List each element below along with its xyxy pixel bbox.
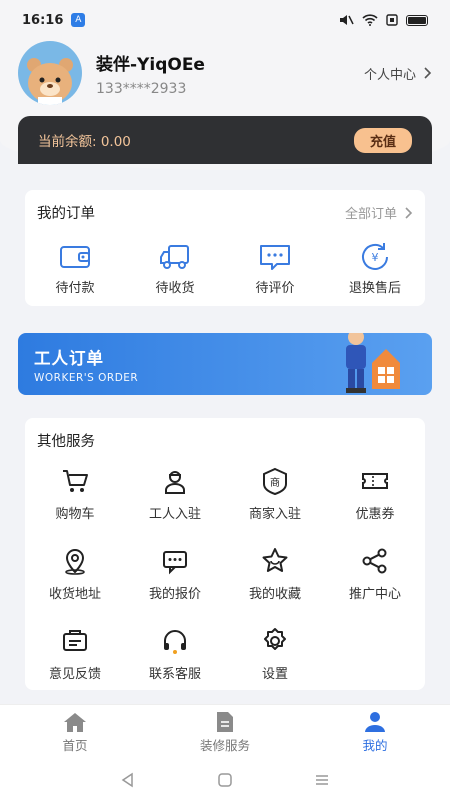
document-icon <box>217 712 233 732</box>
shop-icon: 商 <box>263 467 287 495</box>
chevron-right-icon <box>405 206 413 219</box>
chevron-right-icon <box>424 67 432 79</box>
order-label: 退换售后 <box>348 281 401 296</box>
personal-center-label: 个人中心 <box>363 67 416 83</box>
share-icon <box>362 548 387 574</box>
personal-center-link[interactable]: 个人中心 <box>364 64 432 83</box>
tab-renovation-service[interactable]: 装修服务 <box>150 705 300 760</box>
service-address[interactable]: 收货地址 <box>25 545 125 625</box>
app-store-icon: A <box>71 13 86 27</box>
bottom-tab-bar: 首页 装修服务 我的 <box>0 704 450 760</box>
service-merchant-join[interactable]: 商 商家入驻 <box>225 465 325 545</box>
svg-text:商: 商 <box>270 476 280 489</box>
home-nav-icon[interactable] <box>217 772 233 788</box>
tab-home[interactable]: 首页 <box>0 705 150 760</box>
bear-avatar-icon <box>27 58 73 105</box>
status-time: 16:16 <box>22 12 64 28</box>
service-cart[interactable]: 购物车 <box>25 465 125 545</box>
truck-icon <box>160 245 189 269</box>
feedback-icon <box>63 630 87 651</box>
tab-label: 装修服务 <box>199 738 250 753</box>
service-settings[interactable]: 设置 <box>225 625 325 705</box>
svg-text:¥: ¥ <box>372 251 379 264</box>
status-bar: 16:16 A <box>0 0 450 40</box>
back-icon[interactable] <box>120 772 136 788</box>
worker-icon <box>165 471 185 494</box>
quote-icon <box>163 551 187 575</box>
service-label: 推广中心 <box>348 587 401 602</box>
worker-illustration-icon <box>346 333 400 393</box>
profile-header: 装伴-YiqOEe 133****2933 个人中心 <box>18 38 432 108</box>
order-label: 待收货 <box>155 281 195 296</box>
location-icon <box>65 549 85 575</box>
orders-title: 我的订单 <box>37 206 95 222</box>
comment-icon <box>260 245 290 270</box>
balance-text: 当前余额: 0.00 <box>38 134 131 150</box>
all-orders-label: 全部订单 <box>344 207 397 222</box>
order-label: 待评价 <box>255 281 295 296</box>
refund-icon: ¥ <box>362 243 388 270</box>
avatar[interactable] <box>18 41 82 105</box>
service-label: 我的报价 <box>148 587 201 602</box>
service-customer-support[interactable]: 联系客服 <box>125 625 225 705</box>
service-label: 联系客服 <box>148 667 201 682</box>
service-label: 收货地址 <box>48 587 101 602</box>
service-label: 工人入驻 <box>148 507 201 522</box>
coupon-icon <box>362 473 388 489</box>
tab-label: 我的 <box>362 738 388 753</box>
battery-icon <box>406 14 428 26</box>
star-icon <box>262 548 288 572</box>
sim-icon <box>386 14 398 26</box>
services-title: 其他服务 <box>37 434 95 450</box>
menu-icon[interactable] <box>314 772 330 788</box>
headset-icon <box>164 630 186 654</box>
service-favorites[interactable]: 我的收藏 <box>225 545 325 625</box>
service-coupon[interactable]: 优惠券 <box>325 465 425 545</box>
phone-number: 133****2933 <box>96 80 187 97</box>
order-pending-payment[interactable]: 待付款 <box>25 241 125 296</box>
services-card: 其他服务 购物车 工人入驻 商 商家入驻 优惠券 收货地址 我的报价 我的收藏 <box>25 418 425 690</box>
order-refund[interactable]: ¥ 退换售后 <box>325 241 425 296</box>
username: 装伴-YiqOEe <box>96 54 205 75</box>
service-label: 商家入驻 <box>248 507 301 522</box>
user-icon <box>365 712 385 732</box>
orders-card: 我的订单 全部订单 待付款 待收货 待评价 ¥ 退换售后 <box>25 190 425 306</box>
service-label: 购物车 <box>55 507 95 522</box>
order-pending-review[interactable]: 待评价 <box>225 241 325 296</box>
tab-label: 首页 <box>62 738 88 753</box>
order-pending-receipt[interactable]: 待收货 <box>125 241 225 296</box>
order-label: 待付款 <box>55 281 95 296</box>
balance-card: 当前余额: 0.00 充值 <box>18 116 432 164</box>
service-label: 我的收藏 <box>248 587 301 602</box>
status-icons <box>338 14 428 26</box>
all-orders-link[interactable]: 全部订单 <box>345 203 413 222</box>
mute-icon <box>340 15 354 25</box>
service-label: 设置 <box>261 667 288 682</box>
service-promotion[interactable]: 推广中心 <box>325 545 425 625</box>
service-label: 意见反馈 <box>48 667 101 682</box>
service-worker-join[interactable]: 工人入驻 <box>125 465 225 545</box>
wifi-icon <box>362 14 378 26</box>
service-quote[interactable]: 我的报价 <box>125 545 225 625</box>
service-label: 优惠券 <box>355 507 395 522</box>
wallet-icon <box>60 246 90 268</box>
gear-icon <box>264 628 286 650</box>
tab-mine[interactable]: 我的 <box>300 705 450 760</box>
worker-order-banner[interactable]: 工人订单 WORKER'S ORDER <box>18 333 432 395</box>
service-feedback[interactable]: 意见反馈 <box>25 625 125 705</box>
home-icon <box>64 713 86 732</box>
cart-icon <box>63 470 88 492</box>
system-nav-bar <box>0 760 450 800</box>
recharge-button[interactable]: 充值 <box>353 127 412 153</box>
